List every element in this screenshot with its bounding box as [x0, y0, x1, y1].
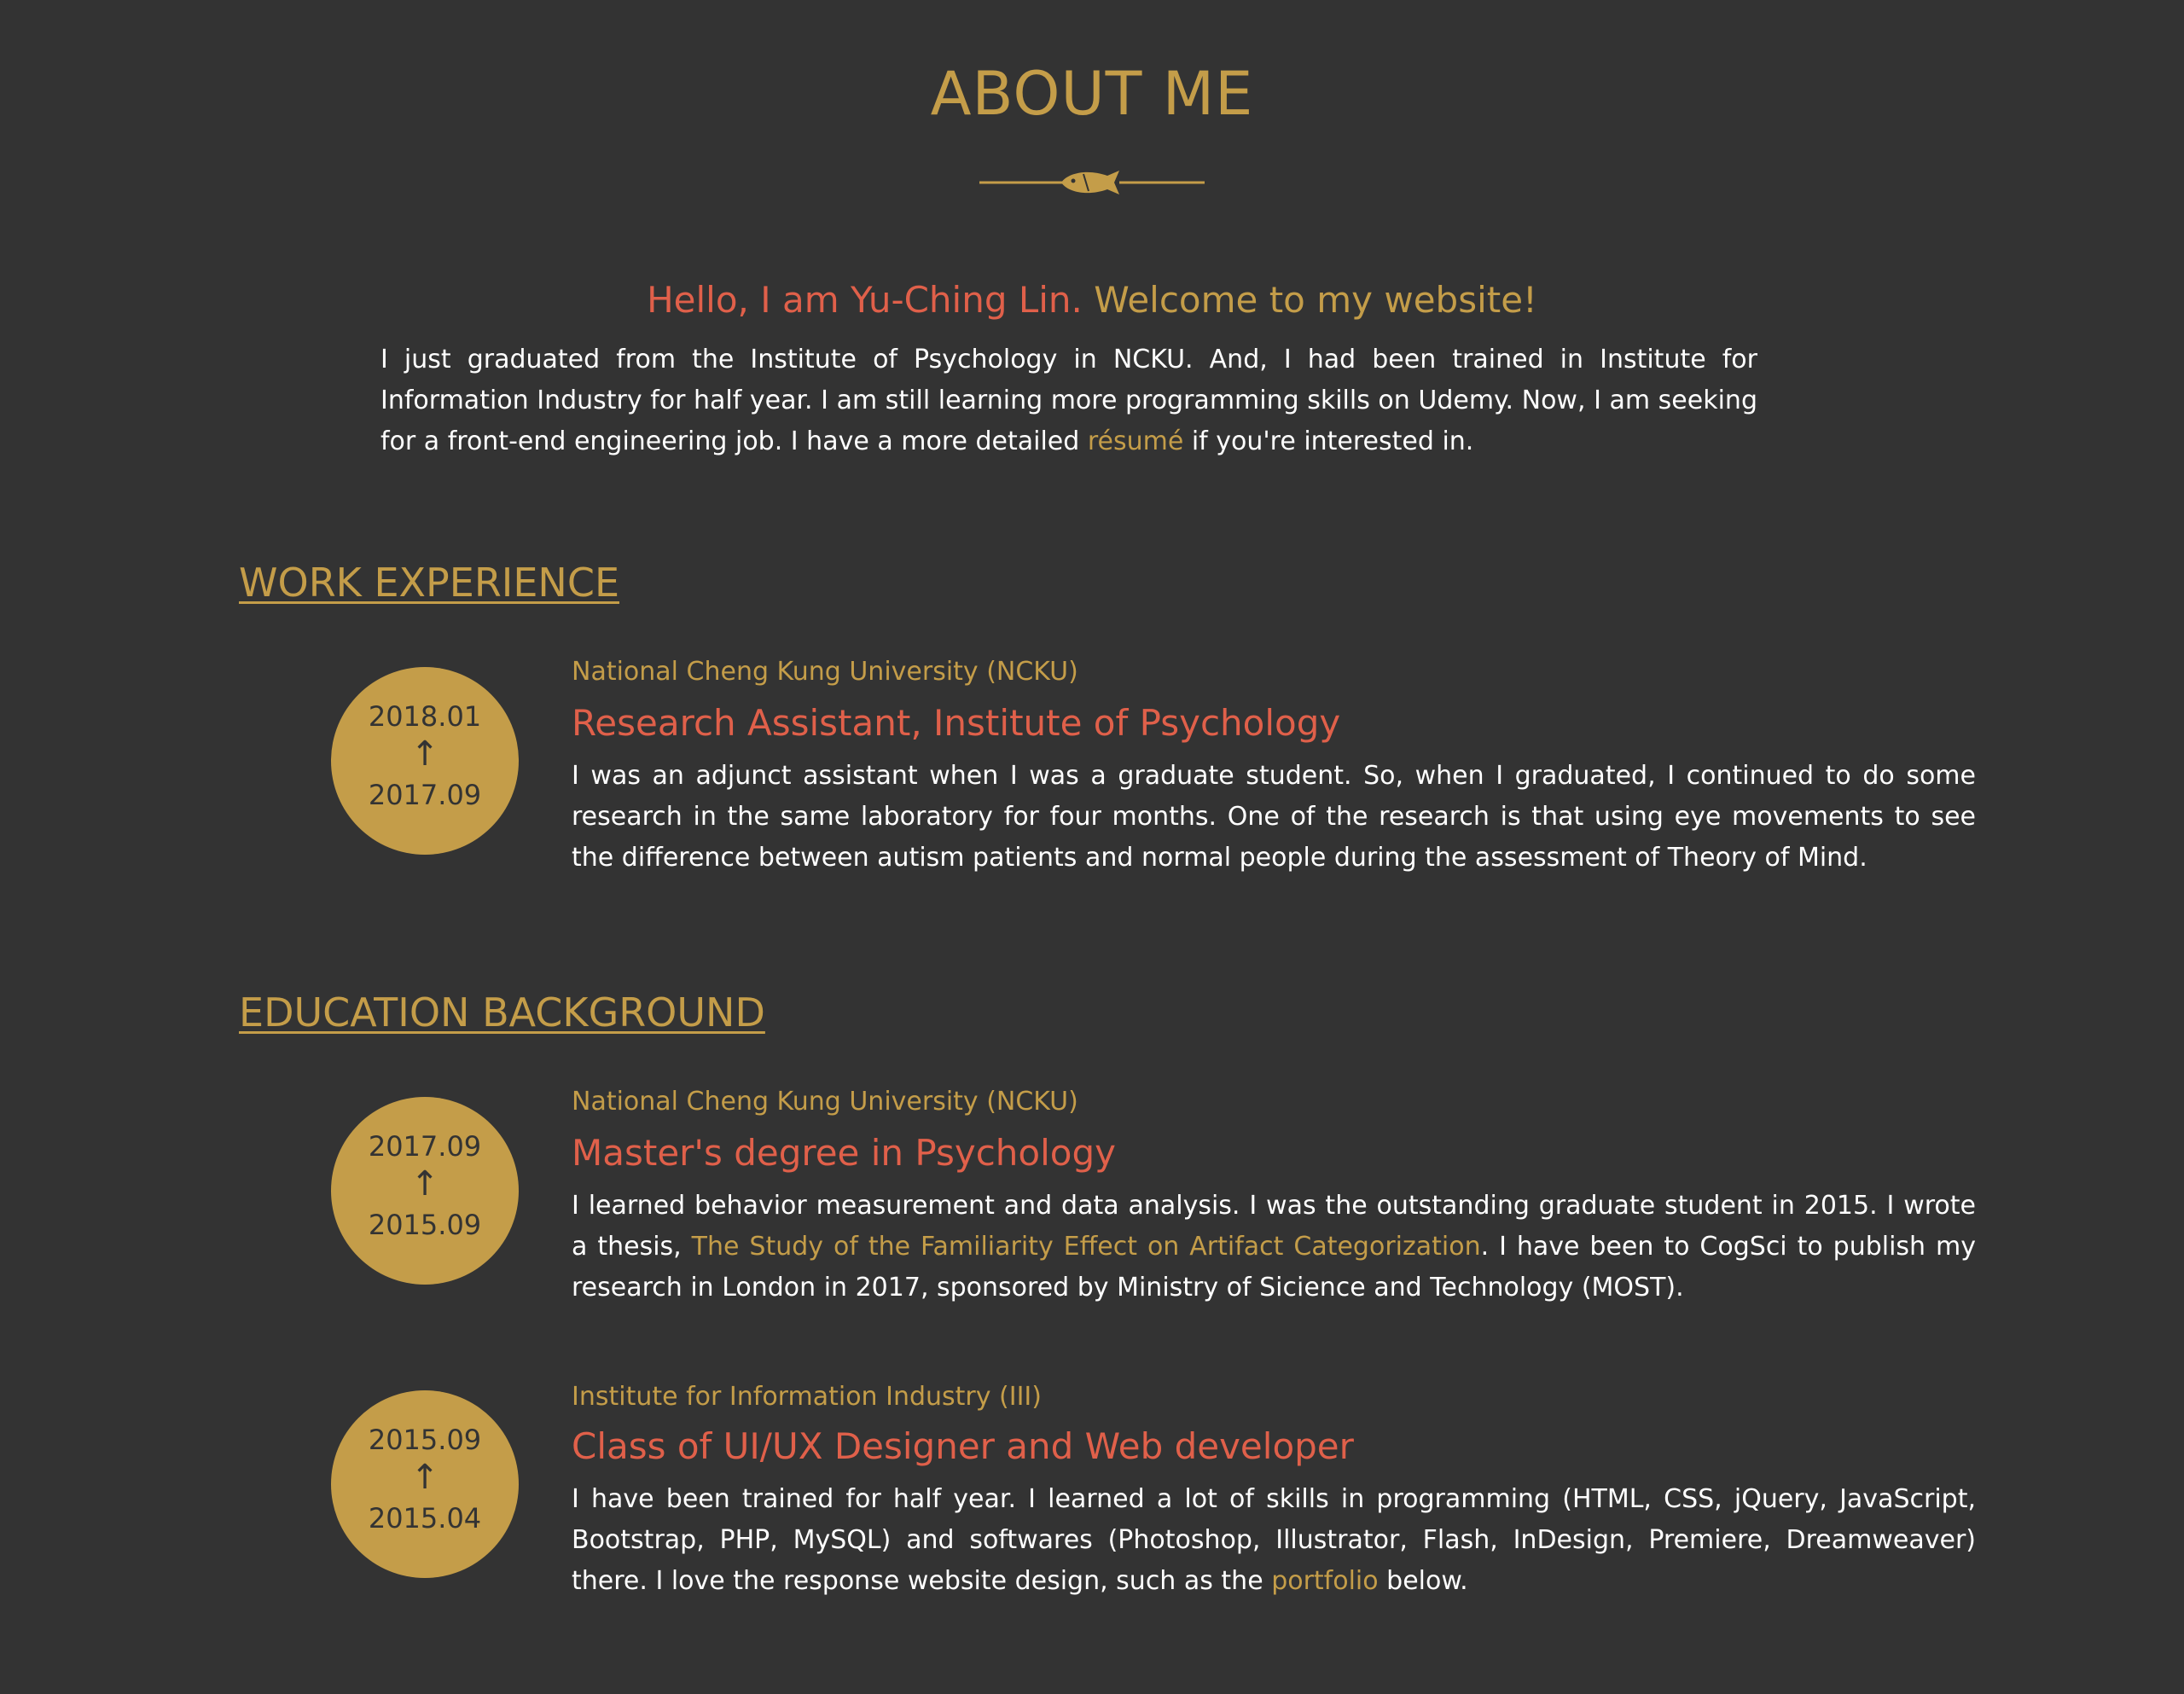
organization: National Cheng Kung University (NCKU) [572, 657, 1078, 687]
education-background-title: EDUCATION BACKGROUND [239, 989, 765, 1036]
welcome-greeting: Hello, I am Yu-Ching Lin. [647, 279, 1083, 321]
resume-link[interactable]: résumé [1088, 426, 1183, 456]
arrow-up-icon: ↑ [410, 734, 439, 774]
role-title: Research Assistant, Institute of Psychol… [572, 702, 1341, 744]
organization: National Cheng Kung University (NCKU) [572, 1087, 1078, 1117]
description-text-end: below. [1378, 1566, 1468, 1596]
degree-description: I learned behavior measurement and data … [572, 1186, 1976, 1308]
date-start: 2015.04 [368, 1502, 482, 1534]
date-start: 2017.09 [368, 779, 482, 811]
date-end: 2018.01 [368, 700, 482, 733]
arrow-up-icon: ↑ [410, 1458, 439, 1497]
intro-text-end: if you're interested in. [1183, 426, 1474, 456]
date-end: 2015.09 [368, 1424, 482, 1456]
course-description: I have been trained for half year. I lea… [572, 1479, 1976, 1602]
welcome-heading: Hello, I am Yu-Ching Lin. Welcome to my … [0, 276, 2184, 324]
intro-paragraph: I just graduated from the Institute of P… [380, 339, 1757, 462]
date-end: 2017.09 [368, 1130, 482, 1163]
date-start: 2015.09 [368, 1209, 482, 1241]
work-experience-title: WORK EXPERIENCE [239, 560, 620, 606]
about-page: ABOUT ME Hello, I am Yu-Ching Lin. Welco… [0, 0, 2184, 1694]
role-description: I was an adjunct assistant when I was a … [572, 761, 1976, 873]
fish-divider-icon [979, 171, 1205, 194]
arrow-up-icon: ↑ [410, 1164, 439, 1204]
intro-text: I just graduated from the Institute of P… [380, 345, 1757, 456]
portfolio-link[interactable]: portfolio [1271, 1566, 1378, 1596]
welcome-message: Welcome to my website! [1094, 279, 1537, 321]
date-badge: 2015.09 ↑ 2015.04 [331, 1390, 519, 1578]
organization: Institute for Information Industry (III) [572, 1382, 1042, 1412]
course-title: Class of UI/UX Designer and Web develope… [572, 1425, 1354, 1467]
page-title: ABOUT ME [930, 59, 1254, 129]
thesis-link[interactable]: The Study of the Familiarity Effect on A… [692, 1232, 1481, 1262]
degree-title: Master's degree in Psychology [572, 1132, 1116, 1174]
date-badge: 2017.09 ↑ 2015.09 [331, 1097, 519, 1285]
date-badge: 2018.01 ↑ 2017.09 [331, 667, 519, 855]
